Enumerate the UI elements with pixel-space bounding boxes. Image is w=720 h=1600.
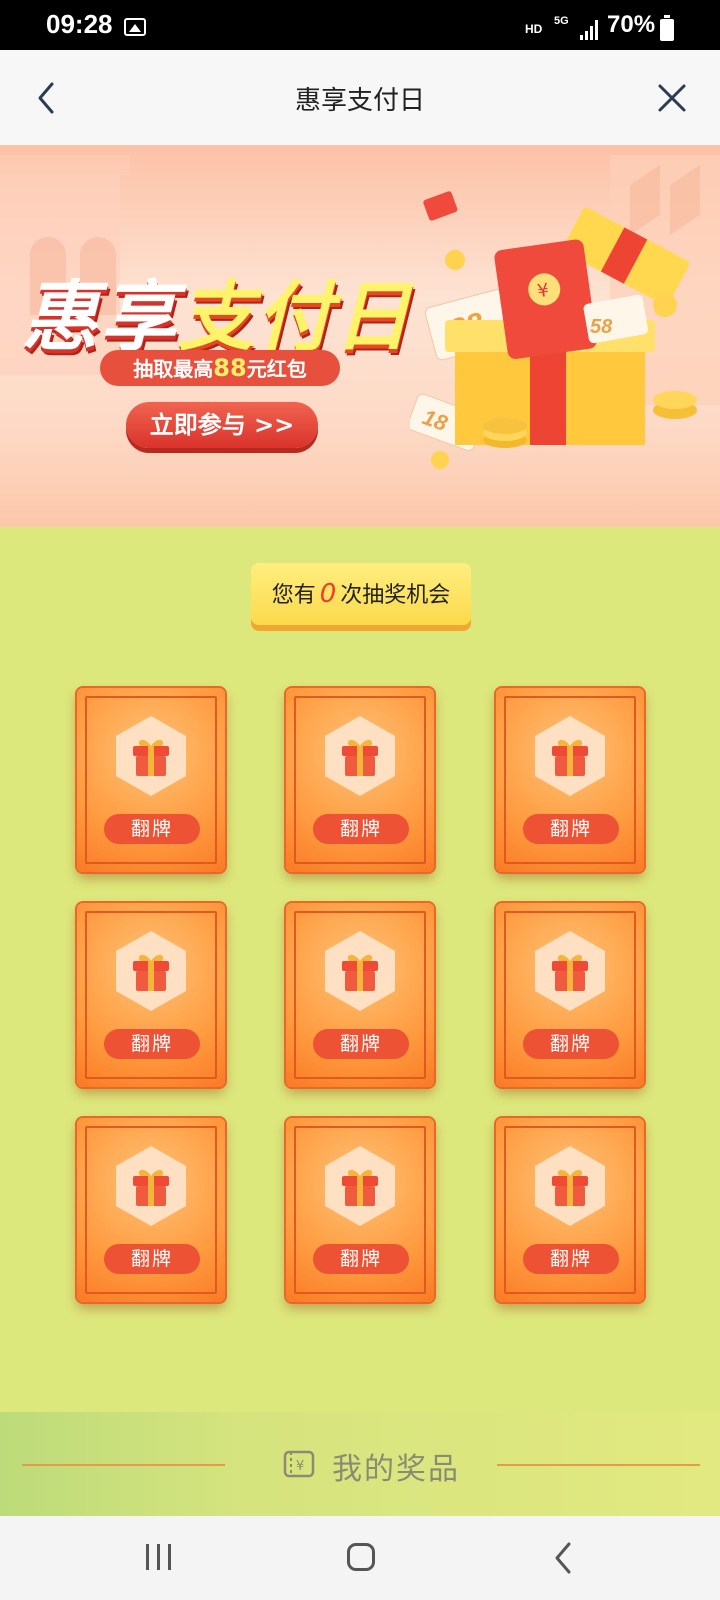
- flip-card-button[interactable]: 翻牌: [104, 814, 200, 844]
- svg-text:58: 58: [590, 316, 613, 338]
- promo-banner[interactable]: 惠享支付日 抽取最高88元红包 立即参与 >> 88 18 ¥ 58: [0, 145, 720, 527]
- battery-icon: [660, 15, 674, 41]
- flip-card-button[interactable]: 翻牌: [523, 1029, 619, 1059]
- banner-title: 惠享支付日: [22, 272, 412, 361]
- svg-text:¥: ¥: [296, 1459, 304, 1474]
- prize-ticket-icon: ¥: [283, 1450, 315, 1478]
- system-nav-bar: [0, 1516, 720, 1600]
- gallery-notification-icon: [124, 18, 146, 36]
- flip-card[interactable]: 翻牌: [286, 688, 434, 872]
- flip-card[interactable]: 翻牌: [496, 1118, 644, 1302]
- status-time: 09:28: [46, 9, 113, 39]
- flip-card[interactable]: 翻牌: [77, 1118, 225, 1302]
- title-bar: 惠享支付日: [0, 50, 720, 145]
- flip-card-button[interactable]: 翻牌: [313, 1029, 409, 1059]
- gift-icon: [342, 1169, 378, 1206]
- network-indicator: 5G: [554, 15, 569, 27]
- page-title: 惠享支付日: [294, 86, 425, 116]
- my-prizes-label[interactable]: 我的奖品: [332, 1444, 460, 1488]
- recent-apps-button[interactable]: [146, 1544, 172, 1570]
- join-now-button[interactable]: 立即参与 >>: [126, 402, 318, 448]
- status-bar: 09:28 HD 5G 70%: [0, 0, 720, 50]
- gift-icon: [342, 739, 378, 776]
- flip-card-button[interactable]: 翻牌: [523, 814, 619, 844]
- close-button[interactable]: [652, 78, 692, 118]
- flip-card[interactable]: 翻牌: [496, 688, 644, 872]
- flip-card[interactable]: 翻牌: [77, 688, 225, 872]
- my-prizes-bar[interactable]: ¥ 我的奖品: [0, 1412, 720, 1516]
- flip-card-button[interactable]: 翻牌: [523, 1244, 619, 1274]
- flip-card-button[interactable]: 翻牌: [313, 814, 409, 844]
- flip-card-button[interactable]: 翻牌: [313, 1244, 409, 1274]
- gift-icon: [552, 1169, 588, 1206]
- banner-subtitle: 抽取最高88元红包: [100, 350, 340, 386]
- gift-icon: [133, 954, 169, 991]
- gift-icon: [552, 954, 588, 991]
- nav-back-button[interactable]: [552, 1541, 574, 1575]
- close-icon: [658, 84, 686, 112]
- battery-percent: 70%: [607, 11, 656, 38]
- flip-card[interactable]: 翻牌: [286, 903, 434, 1087]
- nav-back-icon: [555, 1542, 571, 1574]
- gift-icon: [133, 1169, 169, 1206]
- draw-chances-box: 您有 0 次抽奖机会: [251, 563, 471, 625]
- home-button[interactable]: [347, 1543, 375, 1571]
- signal-icon: [580, 20, 600, 40]
- gift-icon: [133, 739, 169, 776]
- flip-card[interactable]: 翻牌: [77, 903, 225, 1087]
- flip-card-button[interactable]: 翻牌: [104, 1029, 200, 1059]
- gift-icon: [552, 739, 588, 776]
- gift-icon: [342, 954, 378, 991]
- divider-right: [497, 1464, 700, 1466]
- hd-indicator: HD: [525, 22, 543, 36]
- flip-card[interactable]: 翻牌: [286, 1118, 434, 1302]
- gift-box-illustration: 88 18 ¥ 58: [410, 191, 697, 469]
- draw-chances-count: 0: [319, 579, 337, 609]
- divider-left: [22, 1464, 225, 1466]
- flip-card[interactable]: 翻牌: [496, 903, 644, 1087]
- flip-card-button[interactable]: 翻牌: [104, 1244, 200, 1274]
